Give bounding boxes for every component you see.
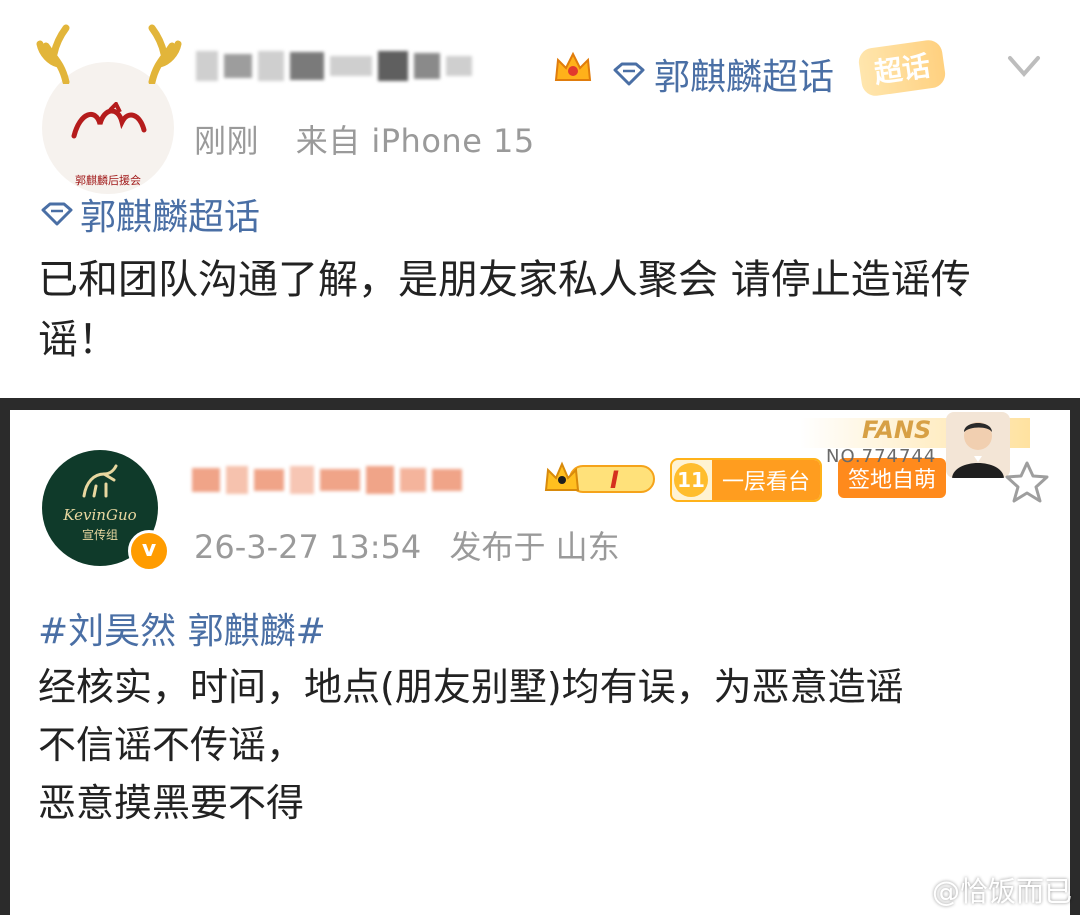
level-number: I — [610, 466, 619, 494]
post-source: 来自 iPhone 15 — [295, 122, 535, 160]
verified-badge: v — [128, 530, 170, 572]
post-meta: 26-3-27 13:54 发布于 山东 — [194, 522, 620, 568]
chaohua-tag: 超话 — [857, 38, 947, 98]
antler-icon — [148, 24, 182, 84]
diamond-icon — [41, 202, 73, 226]
chevron-down-icon[interactable] — [1004, 52, 1044, 80]
body-line: 不信谣不传谣， — [38, 723, 305, 767]
favorite-star-icon[interactable] — [1004, 460, 1050, 504]
post-location: 发布于 山东 — [449, 528, 620, 566]
username-blurred[interactable] — [192, 458, 468, 502]
post-time: 刚刚 — [194, 122, 260, 160]
floor-label: 一层看台 — [712, 460, 821, 500]
antler-icon — [36, 24, 70, 84]
supertopic-link[interactable]: 郭麒麟超话 — [612, 48, 834, 100]
weibo-logo-icon — [893, 880, 924, 904]
weibo-post-1: 郭麒麟后援会 郭麒麟超话 超话 刚刚 来自 iPhone 15 郭麒麟超话 已和… — [0, 0, 1080, 398]
supertopic-name: 郭麒麟超话 — [654, 57, 835, 98]
post-datetime: 26-3-27 13:54 — [194, 528, 422, 566]
qilin-logo-icon — [82, 464, 118, 498]
diamond-icon — [613, 62, 645, 86]
username-blurred[interactable] — [196, 42, 478, 90]
avatar-caption: 郭麒麟后援会 — [75, 174, 141, 187]
club-logo-icon — [71, 102, 147, 139]
person-icon — [952, 422, 1004, 478]
supertopic-tag-link[interactable]: 郭麒麟超话 — [40, 188, 260, 240]
post-body: 已和团队沟通了解，是朋友家私人聚会 请停止造谣传谣！ — [38, 257, 971, 363]
crown-badge-icon — [554, 51, 592, 81]
weibo-watermark: @恰饭而已 — [892, 870, 1072, 910]
avatar-logo-text: KevinGuo — [63, 506, 137, 524]
divider — [0, 398, 1080, 410]
body-line: 恶意摸黑要不得 — [38, 781, 305, 825]
hashtag-link[interactable]: #刘昊然 郭麒麟# — [38, 602, 326, 654]
post-meta: 刚刚 来自 iPhone 15 — [194, 116, 535, 162]
post-body: 经核实，时间，地点(朋友别墅)均有误，为恶意造谣 不信谣不传谣， 恶意摸黑要不得 — [38, 658, 1068, 832]
fan-floor-badge: 11 一层看台 — [670, 458, 823, 502]
weibo-post-2: KevinGuo 宣传组 v I 11 一层看台 签地自萌 FANS NO.77… — [0, 410, 1080, 915]
floor-number: 11 — [674, 463, 708, 497]
level-badge-icon — [544, 461, 655, 493]
supertopic-tag-text: 郭麒麟超话 — [80, 197, 261, 238]
fans-number: NO.774744 — [826, 446, 937, 467]
user-avatar[interactable]: 郭麒麟后援会 — [36, 24, 182, 194]
fan-card-portrait — [946, 412, 1010, 478]
fans-label: FANS — [862, 416, 932, 444]
watermark-text: @恰饭而已 — [932, 875, 1073, 908]
body-line: 经核实，时间，地点(朋友别墅)均有误，为恶意造谣 — [38, 665, 904, 709]
